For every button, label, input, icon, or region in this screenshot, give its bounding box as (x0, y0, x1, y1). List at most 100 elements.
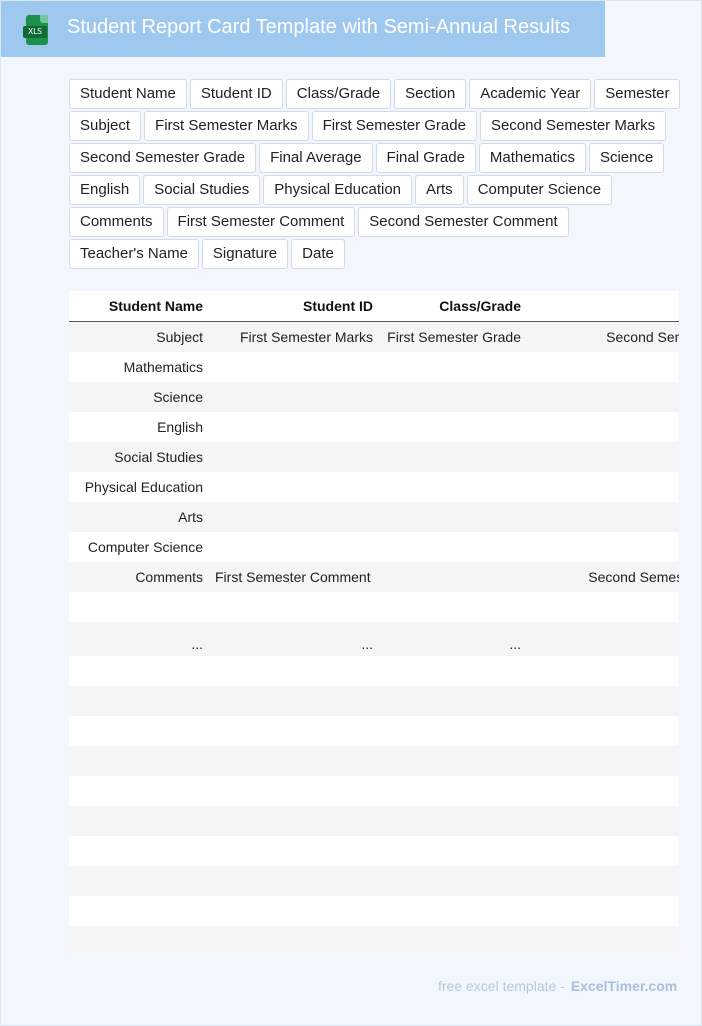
table-cell[interactable] (379, 412, 527, 442)
field-tag: Semester (594, 79, 681, 109)
table-cell[interactable] (209, 926, 379, 953)
table-cell[interactable] (379, 776, 527, 806)
table-row: 9 (69, 896, 679, 926)
table-cell[interactable] (379, 562, 527, 592)
table-cell[interactable] (69, 836, 209, 866)
table-cell[interactable] (209, 656, 379, 686)
table-cell[interactable] (379, 502, 527, 532)
table-cell[interactable] (527, 532, 679, 562)
table-cell[interactable] (379, 352, 527, 382)
table-cell[interactable] (209, 836, 379, 866)
table-cell[interactable]: Computer Science (69, 532, 209, 562)
table-cell[interactable] (209, 442, 379, 472)
table-cell[interactable] (69, 656, 209, 686)
table-cell[interactable] (209, 716, 379, 746)
table-cell[interactable]: Social Studies (69, 442, 209, 472)
table-cell[interactable] (379, 686, 527, 716)
table-cell[interactable]: First Semester Comment (209, 562, 379, 592)
table-cell[interactable] (527, 686, 679, 716)
data-table-container[interactable]: Student NameStudent IDClass/GradeSe 0Sub… (69, 291, 679, 953)
table-cell[interactable] (69, 592, 209, 622)
field-tag: Social Studies (143, 175, 261, 205)
table-cell[interactable] (379, 926, 527, 953)
table-cell[interactable] (69, 806, 209, 836)
table-cell[interactable] (209, 746, 379, 776)
table-cell[interactable] (527, 866, 679, 896)
table-cell[interactable] (527, 926, 679, 953)
table-cell[interactable] (379, 382, 527, 412)
table-cell[interactable] (209, 806, 379, 836)
table-cell[interactable] (69, 866, 209, 896)
table-cell[interactable] (527, 442, 679, 472)
field-tag-list: Student Name Student ID Class/Grade Section… (69, 79, 701, 271)
table-cell[interactable] (527, 382, 679, 412)
table-row: 5Physical Education (69, 472, 679, 502)
table-cell[interactable] (379, 836, 527, 866)
table-cell[interactable]: ... (379, 622, 527, 656)
table-cell[interactable]: Science (69, 382, 209, 412)
table-row: 0SubjectFirst Semester MarksFirst Semest… (69, 321, 679, 352)
table-cell[interactable] (379, 442, 527, 472)
table-cell[interactable] (209, 412, 379, 442)
table-cell[interactable] (209, 686, 379, 716)
field-tag: Final Grade (375, 143, 476, 173)
table-cell[interactable] (527, 472, 679, 502)
table-cell[interactable] (527, 776, 679, 806)
table-cell[interactable]: ... (69, 622, 209, 656)
table-cell[interactable]: Physical Education (69, 472, 209, 502)
table-cell[interactable] (69, 896, 209, 926)
table-cell[interactable] (69, 926, 209, 953)
table-cell[interactable] (379, 746, 527, 776)
table-cell[interactable] (209, 592, 379, 622)
table-cell[interactable]: Arts (69, 502, 209, 532)
table-cell[interactable] (379, 896, 527, 926)
table-cell[interactable] (527, 502, 679, 532)
table-cell[interactable] (379, 716, 527, 746)
table-cell[interactable] (379, 866, 527, 896)
table-cell[interactable] (209, 472, 379, 502)
table-cell[interactable] (379, 592, 527, 622)
table-cell[interactable] (379, 532, 527, 562)
table-cell[interactable] (527, 622, 679, 656)
table-cell[interactable] (209, 532, 379, 562)
table-header-row: Student NameStudent IDClass/GradeSe (69, 291, 679, 322)
table-cell[interactable] (527, 746, 679, 776)
field-tag: Arts (415, 175, 464, 205)
table-cell[interactable]: English (69, 412, 209, 442)
table-cell[interactable] (69, 746, 209, 776)
table-cell[interactable] (209, 776, 379, 806)
table-cell[interactable]: Comments (69, 562, 209, 592)
table-cell[interactable]: Second Semester M (527, 321, 679, 352)
table-cell[interactable] (527, 896, 679, 926)
table-cell[interactable] (527, 716, 679, 746)
table-cell[interactable]: Subject (69, 321, 209, 352)
data-table: Student NameStudent IDClass/GradeSe 0Sub… (69, 291, 679, 953)
table-cell[interactable] (209, 352, 379, 382)
column-header: Student Name (69, 291, 209, 322)
table-cell[interactable] (209, 896, 379, 926)
table-cell[interactable]: Mathematics (69, 352, 209, 382)
table-cell[interactable] (527, 592, 679, 622)
field-tag: Second Semester Comment (358, 207, 569, 237)
table-cell[interactable]: Second Semester Com (527, 562, 679, 592)
table-cell[interactable] (379, 806, 527, 836)
table-row: 5 (69, 776, 679, 806)
table-cell[interactable] (69, 776, 209, 806)
table-cell[interactable] (527, 836, 679, 866)
table-cell[interactable]: ... (209, 622, 379, 656)
table-cell[interactable] (527, 352, 679, 382)
table-cell[interactable] (69, 716, 209, 746)
table-cell[interactable] (527, 656, 679, 686)
table-cell[interactable] (527, 412, 679, 442)
table-cell[interactable] (209, 866, 379, 896)
table-cell[interactable] (527, 806, 679, 836)
table-cell[interactable] (209, 382, 379, 412)
table-cell[interactable]: First Semester Grade (379, 321, 527, 352)
footer-brand-link[interactable]: ExcelTimer.com (571, 978, 677, 994)
table-cell[interactable] (209, 502, 379, 532)
table-cell[interactable] (379, 472, 527, 502)
table-cell[interactable] (69, 686, 209, 716)
page-title: Student Report Card Template with Semi-A… (67, 16, 571, 38)
table-cell[interactable]: First Semester Marks (209, 321, 379, 352)
table-cell[interactable] (379, 656, 527, 686)
